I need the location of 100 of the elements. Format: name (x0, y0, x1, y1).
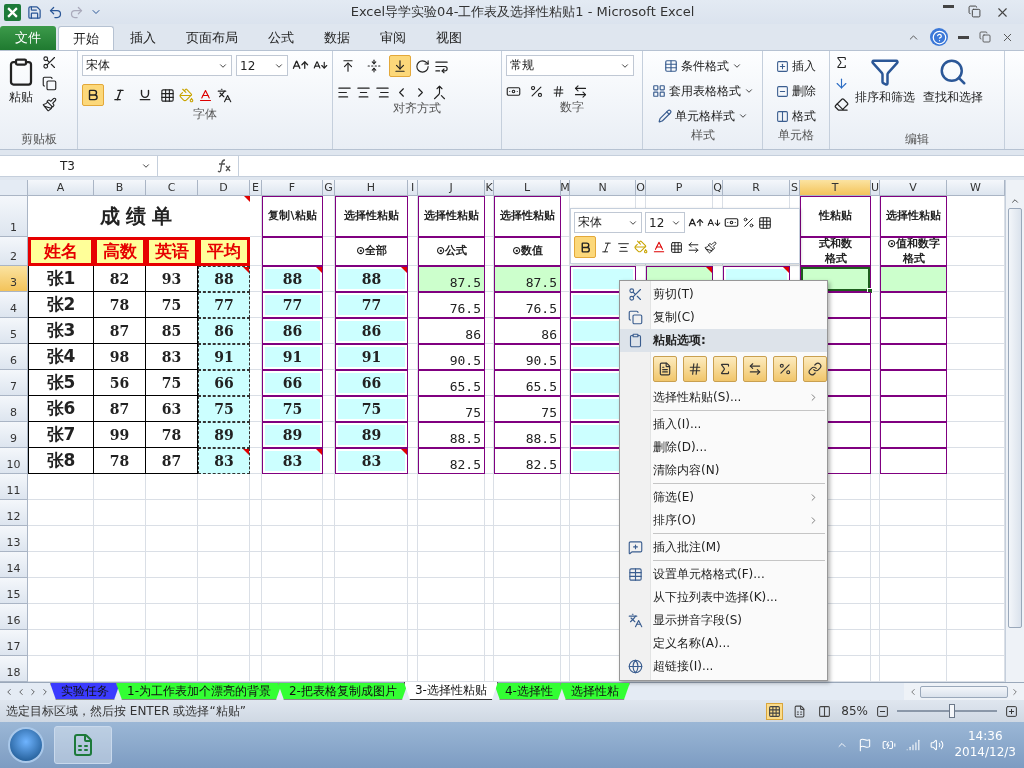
cell: 88 (198, 266, 250, 292)
row-header[interactable]: 13 (0, 526, 28, 552)
style-button[interactable]: 套用表格格式 (647, 80, 758, 102)
cell: 90.5 (494, 344, 561, 370)
cell: 张3 (28, 318, 94, 344)
paste-button[interactable]: 粘贴 (4, 55, 38, 131)
sheet-tab[interactable]: 3-选择性粘贴 (403, 682, 498, 700)
column-header[interactable]: P (646, 180, 713, 196)
cell: 77 (198, 292, 250, 318)
row-header[interactable]: 9 (0, 422, 28, 448)
column-header[interactable]: G (323, 180, 335, 196)
ribbon-tab[interactable]: 审阅 (366, 26, 420, 50)
row-header[interactable]: 15 (0, 578, 28, 604)
cell: ⊙全部 (335, 237, 408, 266)
menu-item-label: 排序(O) (652, 512, 697, 529)
menu-item[interactable]: 定义名称(A)... (620, 632, 827, 655)
cell: 选择性粘贴 (494, 196, 561, 237)
button-label: 套用表格格式 (668, 82, 741, 100)
menu-item[interactable]: 排序(O) (620, 509, 827, 532)
column-header[interactable]: W (947, 180, 1005, 196)
row-header[interactable]: 2 (0, 237, 28, 266)
column-header[interactable]: H (335, 180, 408, 196)
row-header[interactable]: 17 (0, 630, 28, 656)
menu-item-label: 从下拉列表中选择(K)... (652, 589, 779, 606)
row-header[interactable]: 18 (0, 656, 28, 682)
menu-item-label: 超链接(I)... (652, 658, 715, 675)
font-size-field[interactable]: 12 (236, 55, 288, 76)
cell: 86 (418, 318, 485, 344)
column-header[interactable]: F (262, 180, 323, 196)
cell: 86 (262, 318, 323, 344)
menu-item[interactable]: 显示拼音字段(S) (620, 609, 827, 632)
cell-text: 格式 (901, 251, 926, 266)
group-label: 单元格 (777, 127, 815, 144)
cell: 89 (335, 422, 408, 448)
menu-item-label: 复制(C) (652, 309, 696, 326)
cell: 98 (94, 344, 146, 370)
column-header[interactable]: C (146, 180, 198, 196)
menu-item[interactable]: 清除内容(N) (620, 459, 827, 482)
menu-item[interactable]: 选择性粘贴(S)... (620, 386, 827, 409)
ribbon-tab[interactable]: 页面布局 (172, 26, 252, 50)
cell: ⊙公式 (418, 237, 485, 266)
cell: 88 (262, 266, 323, 292)
column-header[interactable]: T (800, 180, 871, 196)
ribbon-tab[interactable]: 开始 (58, 26, 114, 50)
row-header[interactable]: 8 (0, 396, 28, 422)
menu-item[interactable]: 复制(C) (620, 306, 827, 329)
cells-button[interactable]: 删除 (767, 80, 825, 102)
style-button[interactable]: 单元格样式 (647, 105, 758, 127)
cells-button[interactable]: 格式 (767, 105, 825, 127)
row-header[interactable]: 1 (0, 196, 28, 237)
row-header[interactable]: 3 (0, 266, 28, 292)
row-header[interactable]: 14 (0, 552, 28, 578)
cells-button[interactable]: 插入 (767, 55, 825, 77)
cell: 90.5 (418, 344, 485, 370)
row-header[interactable]: 12 (0, 500, 28, 526)
cell: 78 (94, 448, 146, 474)
sheet-tab[interactable]: 2-把表格复制成图片 (277, 683, 408, 700)
column-header[interactable]: J (418, 180, 485, 196)
cell: 82.5 (418, 448, 485, 474)
row-header[interactable]: 7 (0, 370, 28, 396)
column-header[interactable]: A (28, 180, 94, 196)
menu-item[interactable]: 剪切(T) (620, 283, 827, 306)
font-field[interactable]: 宋体 (82, 55, 232, 76)
column-header[interactable]: N (570, 180, 636, 196)
edit-button[interactable]: 排序和筛选 (853, 55, 917, 131)
column-header[interactable]: R (723, 180, 790, 196)
row-header[interactable]: 4 (0, 292, 28, 318)
cell: 66 (262, 370, 323, 396)
row-header[interactable]: 16 (0, 604, 28, 630)
cell: 87.5 (418, 266, 485, 292)
menu-item[interactable]: 超链接(I)... (620, 655, 827, 678)
row-header[interactable]: 5 (0, 318, 28, 344)
column-header[interactable]: D (198, 180, 250, 196)
menu-item-label: 删除(D)... (652, 439, 709, 456)
menu-item[interactable]: 删除(D)... (620, 436, 827, 459)
ribbon-tab[interactable]: 数据 (310, 26, 364, 50)
ribbon-tab[interactable]: 插入 (116, 26, 170, 50)
menu-item-label: 定义名称(A)... (652, 635, 731, 652)
font-size-field[interactable]: 12 (645, 212, 685, 233)
sheet-tab[interactable]: 选择性粘 (559, 683, 630, 700)
font-field[interactable]: 宋体 (574, 212, 642, 233)
ribbon-tab[interactable]: 公式 (254, 26, 308, 50)
menu-item[interactable]: 从下拉列表中选择(K)... (620, 586, 827, 609)
row-header[interactable]: 6 (0, 344, 28, 370)
column-header[interactable]: B (94, 180, 146, 196)
column-header[interactable]: V (880, 180, 947, 196)
style-button[interactable]: 条件格式 (647, 55, 758, 77)
cell-text: 格式 (823, 251, 848, 266)
number-format-field[interactable]: 常规 (506, 55, 634, 76)
sheet-tab[interactable]: 4-选择性 (493, 683, 564, 700)
edit-button[interactable]: 查找和选择 (921, 55, 985, 131)
name-box[interactable]: T3 (0, 156, 158, 176)
column-header[interactable]: E (250, 180, 262, 196)
sheet-tab[interactable]: 1-为工作表加个漂亮的背景 (116, 683, 282, 700)
ribbon-tab[interactable]: 视图 (422, 26, 476, 50)
file-tab[interactable]: 文件 (0, 26, 56, 50)
row-header[interactable]: 11 (0, 474, 28, 500)
column-header[interactable]: I (408, 180, 418, 196)
row-header[interactable]: 10 (0, 448, 28, 474)
column-header[interactable]: L (494, 180, 561, 196)
